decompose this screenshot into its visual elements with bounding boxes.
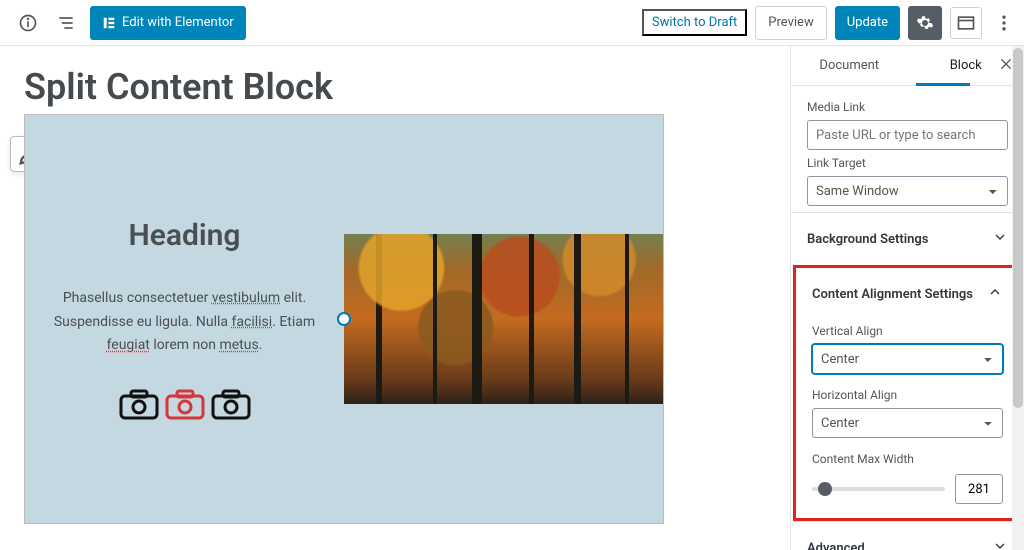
split-content-block[interactable]: Heading Phasellus consectetuer vestibulu… — [24, 114, 664, 524]
editor-topbar: Edit with Elementor Switch to Draft Prev… — [0, 0, 1024, 46]
split-right-panel — [344, 115, 663, 523]
media-link-input[interactable] — [807, 120, 1008, 150]
gear-icon — [916, 14, 934, 32]
settings-sidebar: Document Block Media Link Link Target Sa… — [790, 46, 1024, 550]
tab-document[interactable]: Document — [791, 46, 908, 85]
more-menu-icon[interactable] — [990, 9, 1018, 37]
forest-image[interactable] — [344, 234, 663, 404]
alignment-highlight: Content Alignment Settings Vertical Alig… — [793, 265, 1022, 521]
block-paragraph[interactable]: Phasellus consectetuer vestibulum elit. … — [53, 287, 316, 358]
maxw-label: Content Max Width — [812, 452, 1003, 466]
split-left-panel: Heading Phasellus consectetuer vestibulu… — [25, 115, 344, 523]
layout-icon[interactable] — [950, 7, 982, 39]
panel-align-body: Vertical Align Center Horizontal Align C… — [796, 320, 1019, 518]
switch-to-draft-button[interactable]: Switch to Draft — [642, 9, 747, 36]
settings-gear-button[interactable] — [908, 6, 942, 40]
maxw-number-input[interactable] — [955, 474, 1003, 504]
edit-elementor-button[interactable]: Edit with Elementor — [90, 6, 246, 40]
chevron-down-icon — [992, 538, 1008, 550]
media-link-group: Media Link — [791, 86, 1024, 156]
tab-indicator — [916, 83, 970, 86]
camera-icon — [119, 388, 159, 420]
camera-icon-red — [165, 388, 205, 420]
horizontal-align-select[interactable]: Center — [812, 408, 1003, 438]
elementor-icon — [102, 16, 116, 30]
editor-canvas: Split Content Block Heading Phasellus co… — [0, 46, 790, 550]
update-button[interactable]: Update — [835, 6, 900, 40]
slider-thumb[interactable] — [818, 482, 832, 496]
link-target-group: Link Target Same Window — [791, 156, 1024, 212]
link-target-select[interactable]: Same Window — [807, 176, 1008, 206]
scrollbar-thumb[interactable] — [1013, 48, 1023, 408]
page-title[interactable]: Split Content Block — [24, 66, 766, 108]
vertical-align-select[interactable]: Center — [812, 344, 1003, 374]
link-target-label: Link Target — [807, 156, 1008, 170]
maxw-slider[interactable] — [812, 487, 945, 491]
resize-handle[interactable] — [337, 312, 351, 326]
sidebar-tabs: Document Block — [791, 46, 1024, 86]
halign-label: Horizontal Align — [812, 388, 1003, 402]
camera-icon — [211, 388, 251, 420]
preview-button[interactable]: Preview — [755, 6, 826, 40]
elementor-label: Edit with Elementor — [122, 15, 234, 30]
chevron-down-icon — [992, 229, 1008, 249]
maxw-row — [812, 474, 1003, 504]
chevron-up-icon — [987, 284, 1003, 304]
camera-icons-row — [119, 388, 251, 420]
panel-advanced[interactable]: Advanced — [791, 521, 1024, 550]
topbar-left: Edit with Elementor — [14, 6, 246, 40]
media-link-label: Media Link — [807, 100, 1008, 114]
panel-content-alignment[interactable]: Content Alignment Settings — [796, 268, 1019, 320]
info-icon[interactable] — [14, 9, 42, 37]
valign-label: Vertical Align — [812, 324, 1003, 338]
panel-background-settings[interactable]: Background Settings — [791, 212, 1024, 265]
block-heading[interactable]: Heading — [128, 218, 240, 253]
outline-icon[interactable] — [52, 9, 80, 37]
panel-bg-label: Background Settings — [807, 232, 928, 247]
main-area: Split Content Block Heading Phasellus co… — [0, 46, 1024, 550]
panel-adv-label: Advanced — [807, 541, 865, 550]
panel-align-label: Content Alignment Settings — [812, 287, 973, 302]
